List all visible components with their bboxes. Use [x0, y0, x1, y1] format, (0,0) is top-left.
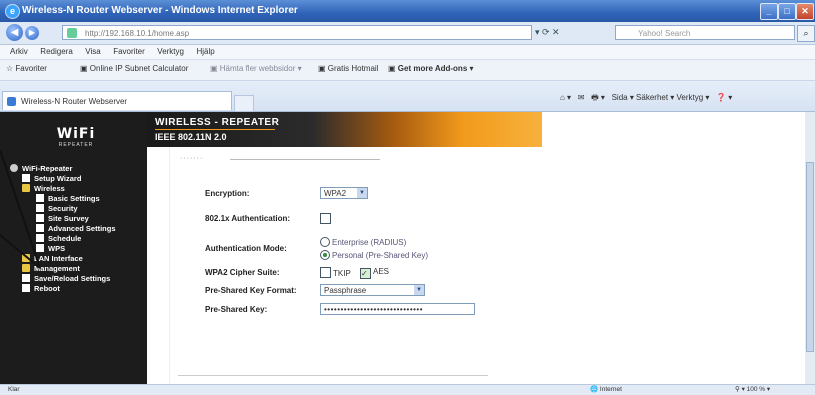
back-icon[interactable]: ◀	[6, 24, 23, 41]
nav-tree: WiFi-Repeater Setup Wizard Wireless Basi…	[10, 164, 116, 294]
page-icon	[36, 204, 44, 212]
favorites-button[interactable]: ☆ Favoriter	[6, 64, 47, 73]
window-title: Wireless-N Router Webserver - Windows In…	[22, 5, 298, 16]
maximize-icon[interactable]: □	[778, 3, 796, 20]
nav-reboot[interactable]: Reboot	[10, 284, 116, 294]
search-input[interactable]: Yahoo! Search	[615, 25, 795, 40]
scrolled-field-line	[230, 159, 380, 160]
banner-subtitle: IEEE 802.11N 2.0	[155, 132, 227, 142]
banner-divider	[155, 129, 275, 130]
psk-label: Pre-Shared Key:	[205, 305, 268, 314]
cipher-aes-checkbox[interactable]: ✓ AES	[360, 267, 389, 279]
psk-input[interactable]: ••••••••••••••••••••••••••••••	[320, 303, 475, 315]
scrolled-field-label: ·······	[180, 155, 204, 162]
page-icon	[22, 284, 30, 292]
banner-title: WIRELESS - REPEATER	[155, 117, 280, 128]
tab-bar: Wireless-N Router Webserver ⌂ ▾ ✉ 🖶 ▾ Si…	[0, 81, 815, 112]
ie-icon: e	[5, 4, 20, 19]
window-titlebar: e Wireless-N Router Webserver - Windows …	[0, 0, 815, 22]
tab-page-icon	[7, 97, 16, 106]
auth8021x-label: 802.1x Authentication:	[205, 214, 291, 223]
search-placeholder: Yahoo! Search	[638, 29, 691, 38]
network-icon	[10, 164, 18, 172]
fav-addons[interactable]: ▣ Get more Add-ons ▾	[388, 64, 474, 73]
chevron-down-icon: ▼	[414, 285, 424, 295]
menu-tools[interactable]: Verktyg	[157, 45, 184, 59]
nav-security[interactable]: Security	[10, 204, 116, 214]
menu-file[interactable]: Arkiv	[10, 45, 28, 59]
nav-basic-settings[interactable]: Basic Settings	[10, 194, 116, 204]
auth-enterprise-radio[interactable]: Enterprise (RADIUS)	[320, 237, 406, 247]
menu-help[interactable]: Hjälp	[197, 45, 215, 59]
command-bar[interactable]: ⌂ ▾ ✉ 🖶 ▾ Sida ▾ Säkerhet ▾ Verktyg ▾ ❓ …	[560, 92, 732, 106]
page-icon	[22, 274, 30, 282]
folder-icon	[22, 264, 30, 272]
nav-wps[interactable]: WPS	[10, 244, 116, 254]
nav-management[interactable]: Management	[10, 264, 116, 274]
auth8021x-checkbox[interactable]	[320, 213, 333, 224]
menu-edit[interactable]: Redigera	[40, 45, 72, 59]
nav-site-survey[interactable]: Site Survey	[10, 214, 116, 224]
nav-wireless[interactable]: Wireless	[10, 184, 116, 194]
chevron-down-icon: ▼	[357, 188, 367, 198]
psk-format-label: Pre-Shared Key Format:	[205, 286, 297, 295]
wifi-logo: WiFi REPEATER	[56, 126, 96, 148]
scrollbar-thumb[interactable]	[806, 162, 814, 352]
new-tab-button[interactable]	[234, 95, 254, 112]
menu-favorites[interactable]: Favoriter	[113, 45, 145, 59]
router-sidebar: WiFi REPEATER WiFi-Repeater Setup Wizard…	[0, 112, 147, 384]
folder-icon	[22, 254, 30, 262]
auth-mode-label: Authentication Mode:	[205, 244, 287, 253]
folder-open-icon	[22, 184, 30, 192]
nav-save-reload[interactable]: Save/Reload Settings	[10, 274, 116, 284]
nav-schedule[interactable]: Schedule	[10, 234, 116, 244]
fav-subnet-calculator[interactable]: ▣ Online IP Subnet Calculator	[80, 64, 188, 73]
nav-wifi-repeater[interactable]: WiFi-Repeater	[10, 164, 116, 174]
close-icon[interactable]: ✕	[796, 3, 814, 20]
cipher-tkip-checkbox[interactable]: TKIP	[320, 267, 351, 278]
nav-lan-interface[interactable]: LAN Interface	[10, 254, 116, 264]
address-toolbar: ◀ ▶ http://192.168.10.1/home.asp ▾ ⟳ ✕ Y…	[0, 22, 815, 45]
favorites-bar: ☆ Favoriter ▣ Online IP Subnet Calculato…	[0, 60, 815, 81]
cipher-suite-label: WPA2 Cipher Suite:	[205, 268, 280, 277]
vertical-scrollbar[interactable]	[805, 112, 815, 384]
tab-router-webserver[interactable]: Wireless-N Router Webserver	[2, 91, 232, 110]
menu-view[interactable]: Visa	[85, 45, 100, 59]
page-banner: WIRELESS - REPEATER IEEE 802.11N 2.0	[147, 112, 542, 147]
refresh-stop-icons[interactable]: ▾ ⟳ ✕	[535, 27, 560, 38]
fav-more-sites[interactable]: ▣ Hämta fler webbsidor ▾	[210, 64, 302, 73]
auth-personal-radio[interactable]: Personal (Pre-Shared Key)	[320, 250, 428, 260]
form-divider	[178, 375, 488, 376]
psk-format-select[interactable]: Passphrase ▼	[320, 284, 425, 296]
page-icon	[36, 214, 44, 222]
page-icon	[67, 28, 77, 38]
page-icon	[36, 224, 44, 232]
search-icon[interactable]: ⌕	[797, 25, 815, 42]
page-icon	[36, 194, 44, 202]
address-url: http://192.168.10.1/home.asp	[85, 29, 190, 38]
content-area: ······· Encryption: WPA2 ▼ 802.1x Authent…	[147, 147, 805, 384]
page-icon	[22, 174, 30, 182]
encryption-select[interactable]: WPA2 ▼	[320, 187, 368, 199]
address-input[interactable]: http://192.168.10.1/home.asp	[62, 25, 532, 40]
forward-icon[interactable]: ▶	[25, 26, 39, 40]
nav-setup-wizard[interactable]: Setup Wizard	[10, 174, 116, 184]
encryption-label: Encryption:	[205, 189, 250, 198]
menubar: Arkiv Redigera Visa Favoriter Verktyg Hj…	[0, 45, 815, 60]
fav-hotmail[interactable]: ▣ Gratis Hotmail	[318, 64, 378, 73]
minimize-icon[interactable]: _	[760, 3, 778, 20]
page-icon	[36, 244, 44, 252]
page-icon	[36, 234, 44, 242]
security-form: ······· Encryption: WPA2 ▼ 802.1x Authent…	[169, 147, 500, 384]
nav-advanced-settings[interactable]: Advanced Settings	[10, 224, 116, 234]
status-bar: Klar 🌐 Internet ⚲ ▾ 100 % ▾	[0, 384, 815, 395]
